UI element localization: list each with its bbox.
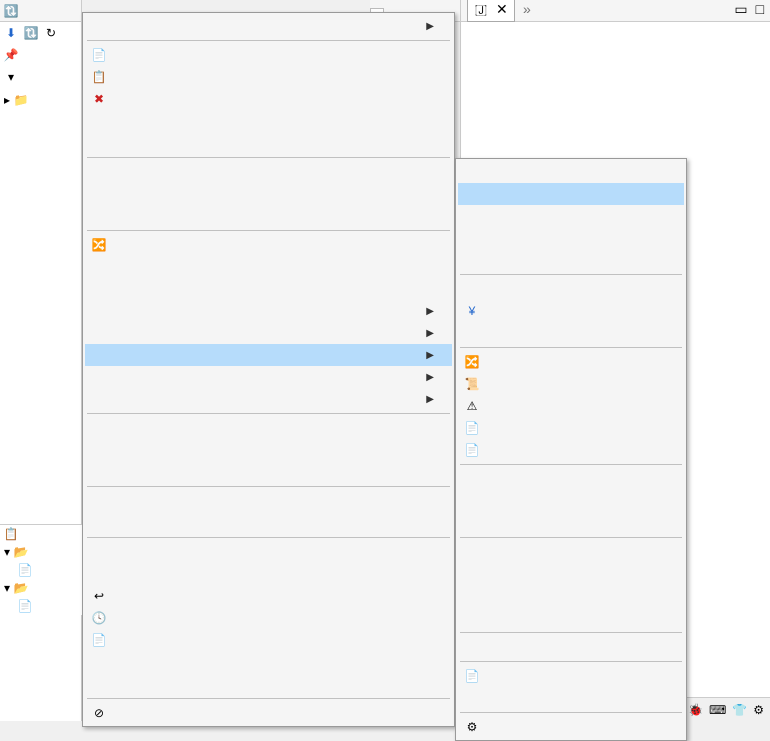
menu-maven[interactable]: ▶ [85, 322, 452, 344]
task-folder-bu[interactable]: ▾📂 [0, 579, 82, 597]
dropdown-icon[interactable]: ▾ [4, 70, 18, 84]
graph-icon: 🔀 [89, 238, 109, 252]
context-menu-primary: ▶ 📄 📋 ✖ 🔀 ▶ ▶ ▶ ▶ ▶ ↩ 🕓 📄 ⊘ [82, 12, 455, 727]
incoming-icon[interactable]: ⬇ [4, 26, 18, 40]
submenu-show-props[interactable]: 📄 [458, 417, 684, 439]
maximize-icon[interactable]: □ [756, 3, 764, 19]
submenu-edit-prop-conflict [458, 585, 684, 607]
menu-move [85, 110, 452, 132]
settings-icon[interactable]: ⚙ [753, 703, 764, 717]
submenu-update[interactable] [458, 205, 684, 227]
menu-validate[interactable] [85, 256, 452, 278]
menu-show-revision-graph[interactable]: 🔀 [85, 234, 452, 256]
project-icon: 📁 [14, 93, 28, 107]
submenu-update-version[interactable] [458, 227, 684, 249]
submenu-copy: 📄 [458, 665, 684, 687]
menu-compare[interactable]: ▶ [85, 366, 452, 388]
submenu-restore[interactable] [458, 541, 684, 563]
keyboard-icon[interactable]: ⌨ [709, 703, 726, 717]
copy-icon: 📄 [462, 669, 482, 683]
menu-delete[interactable]: ✖ [85, 88, 452, 110]
menu-update-u [85, 417, 452, 439]
submenu-tree-conflicts[interactable]: ⚠ [458, 395, 684, 417]
menu-show-in[interactable]: ▶ [85, 15, 452, 37]
menu-create-patch[interactable] [85, 461, 452, 483]
submenu-mark-resolved [458, 607, 684, 629]
editor-tab[interactable]: 🇯 ✕ [467, 0, 515, 22]
java-file-icon: 🇯 [474, 4, 488, 18]
submenu-add-ignore [458, 490, 684, 512]
menu-edit-conflict [85, 651, 452, 673]
close-icon[interactable]: ✕ [496, 2, 508, 19]
submenu-export[interactable] [458, 687, 684, 709]
context-menu-team: ¥ 🔀 📜 ⚠ 📄 📄 📄 ⚙ [455, 158, 687, 741]
remove-context-icon: ⊘ [89, 706, 109, 720]
submenu-show-rev-graph[interactable]: 🔀 [458, 351, 684, 373]
props-icon: 📄 [89, 633, 109, 647]
task-folder-ta[interactable]: ▾📂 [0, 543, 82, 561]
history-icon: 📜 [462, 377, 482, 391]
folder-icon: 📂 [14, 581, 28, 595]
sync-tab-icon: 🔃 [4, 4, 18, 18]
submenu-set-props[interactable] [458, 512, 684, 534]
menu-copy[interactable]: 📄 [85, 44, 452, 66]
file-icon[interactable]: 📄 [18, 599, 32, 613]
merge-icon: ¥ [462, 304, 482, 318]
menu-mark-resolved [85, 673, 452, 695]
menu-javaee[interactable]: ▶ [85, 300, 452, 322]
sync-mode-icon[interactable]: 🔃 [24, 26, 38, 40]
revert-icon: ↩ [89, 589, 109, 603]
delete-icon: ✖ [89, 92, 109, 106]
submenu-show-history[interactable]: 📜 [458, 373, 684, 395]
submenu-create-patch[interactable] [458, 249, 684, 271]
file-icon[interactable]: 📄 [18, 563, 32, 577]
submenu-add-vc [458, 468, 684, 490]
menu-show-props[interactable]: 📄 [85, 629, 452, 651]
task-view: 📋 ▾📂 📄 ▾📂 📄 [0, 524, 82, 615]
task-icon: 📋 [4, 527, 18, 541]
paste-icon: 📋 [89, 70, 109, 84]
menu-add-ignore [85, 563, 452, 585]
submenu-edit-conflict [458, 563, 684, 585]
gear-icon: ⚙ [462, 720, 482, 734]
menu-override [85, 490, 452, 512]
tree-conflicts-icon: ⚠ [462, 399, 482, 413]
debug-icon[interactable]: 🐞 [688, 703, 703, 717]
refresh-icon[interactable]: ↻ [44, 26, 58, 40]
menu-commit-c[interactable] [85, 439, 452, 461]
menu-team[interactable]: ▶ [85, 344, 452, 366]
menu-revert[interactable]: ↩ [85, 585, 452, 607]
submenu-sync-repo[interactable] [458, 161, 684, 183]
copy-icon: 📄 [89, 48, 109, 62]
submenu-show-rev-props[interactable]: 📄 [458, 439, 684, 461]
submenu-switch[interactable] [458, 322, 684, 344]
menu-restore-history[interactable] [85, 278, 452, 300]
history-icon: 🕓 [89, 611, 109, 625]
menu-expand-all[interactable] [85, 183, 452, 205]
rev-props-icon: 📄 [462, 443, 482, 457]
menu-show-history[interactable]: 🕓 [85, 607, 452, 629]
submenu-apply-patch[interactable] [458, 636, 684, 658]
graph-icon: 🔀 [462, 355, 482, 369]
minimize-icon[interactable]: ▭ [734, 2, 747, 19]
menu-remove-view[interactable] [85, 205, 452, 227]
props-icon: 📄 [462, 421, 482, 435]
menu-mark-merged [85, 512, 452, 534]
person-icon[interactable]: 👕 [732, 703, 747, 717]
menu-replace[interactable]: ▶ [85, 388, 452, 410]
menu-add-vc [85, 541, 452, 563]
menu-rename[interactable] [85, 132, 452, 154]
menu-synchronize[interactable] [85, 161, 452, 183]
submenu-commit[interactable] [458, 183, 684, 205]
folder-icon: 📂 [14, 545, 28, 559]
submenu-branch-tag[interactable] [458, 278, 684, 300]
pin-icon[interactable]: 📌 [4, 48, 18, 62]
project-tree-node[interactable]: ▸ 📁 [2, 92, 79, 108]
menu-paste[interactable]: 📋 [85, 66, 452, 88]
submenu-merge[interactable]: ¥ [458, 300, 684, 322]
submenu-configure-branch[interactable]: ⚙ [458, 716, 684, 738]
